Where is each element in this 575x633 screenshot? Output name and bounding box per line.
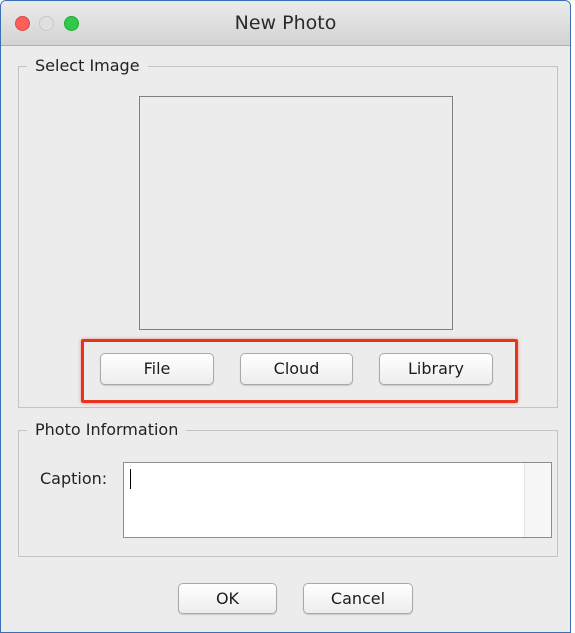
dialog-window: New Photo Select Image File Cloud Librar… bbox=[0, 0, 571, 633]
caption-label: Caption: bbox=[40, 469, 108, 488]
window-title: New Photo bbox=[234, 12, 337, 34]
ok-button[interactable]: OK bbox=[178, 583, 277, 614]
title-bar[interactable]: New Photo bbox=[1, 1, 570, 46]
caption-scrollbar[interactable] bbox=[524, 463, 551, 537]
cloud-button[interactable]: Cloud bbox=[240, 353, 353, 385]
image-preview bbox=[139, 96, 453, 330]
photo-information-legend: Photo Information bbox=[27, 420, 187, 440]
text-caret bbox=[130, 469, 131, 489]
select-image-legend: Select Image bbox=[27, 56, 148, 76]
library-button[interactable]: Library bbox=[379, 353, 493, 385]
cancel-button[interactable]: Cancel bbox=[303, 583, 413, 614]
caption-textarea[interactable] bbox=[123, 462, 552, 538]
select-image-group: Select Image File Cloud Library bbox=[18, 56, 558, 408]
photo-information-group: Photo Information Caption: bbox=[18, 420, 558, 557]
dialog-content: Select Image File Cloud Library Photo In… bbox=[1, 46, 570, 632]
file-button[interactable]: File bbox=[100, 353, 214, 385]
